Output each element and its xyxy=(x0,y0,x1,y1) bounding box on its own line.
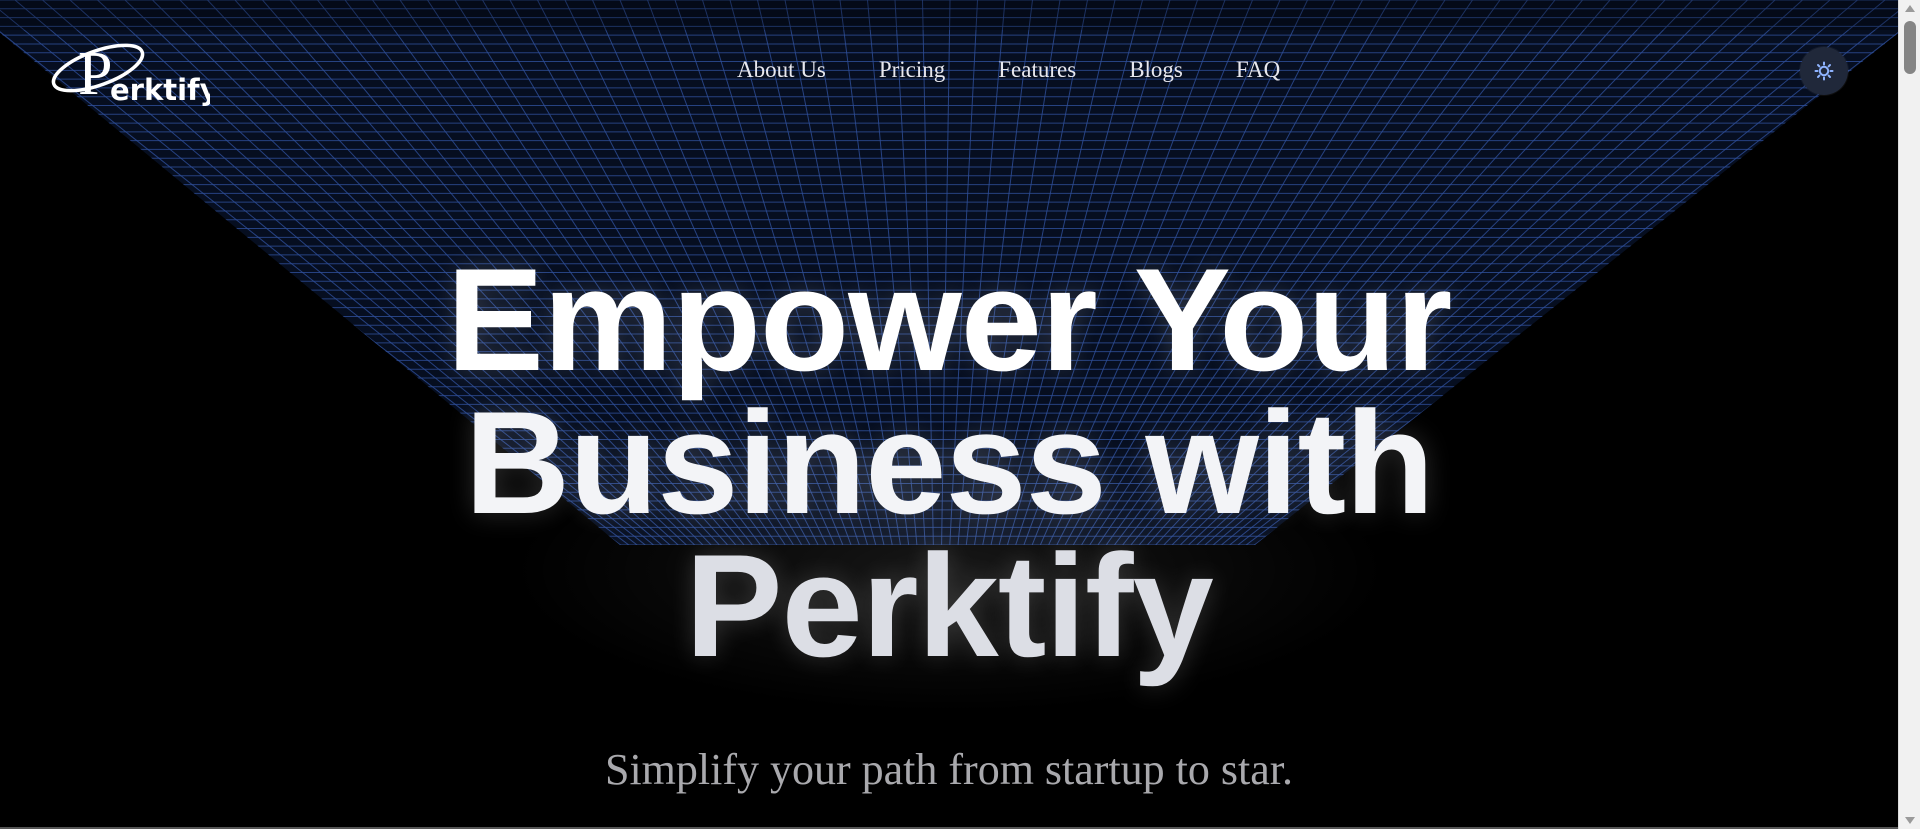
nav-link-blogs[interactable]: Blogs xyxy=(1129,56,1183,84)
nav-link-about-us[interactable]: About Us xyxy=(737,56,826,84)
scroll-up-arrow-icon[interactable] xyxy=(1899,0,1920,17)
scrollbar-thumb[interactable] xyxy=(1904,21,1916,74)
hero-title-line-1: Empower Your xyxy=(446,238,1453,401)
hero-title-line-2: Business with xyxy=(464,381,1435,544)
nav-link-features[interactable]: Features xyxy=(998,56,1076,84)
logo-initial: P xyxy=(78,40,112,108)
hero-title-line-3: Perktify xyxy=(685,524,1214,687)
nav-links: About Us Pricing Features Blogs FAQ xyxy=(737,56,1280,84)
logo-mark-icon: P erktify xyxy=(51,40,210,108)
nav-link-pricing[interactable]: Pricing xyxy=(879,56,945,84)
hero-title: Empower Your Business with Perktify xyxy=(0,238,1898,687)
perktify-logo[interactable]: P erktify xyxy=(50,34,210,110)
scroll-down-arrow-icon[interactable] xyxy=(1899,812,1920,829)
hero-subtitle: Simplify your path from startup to star. xyxy=(604,745,1294,794)
logo-wordmark: erktify xyxy=(110,73,210,107)
landing-page: P erktify About Us Pricing Features Blog… xyxy=(0,0,1898,829)
theme-toggle-button[interactable] xyxy=(1800,47,1848,95)
vertical-scrollbar[interactable] xyxy=(1898,0,1920,829)
browser-viewport: P erktify About Us Pricing Features Blog… xyxy=(0,0,1920,829)
nav-link-faq[interactable]: FAQ xyxy=(1236,56,1280,84)
sun-icon xyxy=(1814,61,1834,81)
